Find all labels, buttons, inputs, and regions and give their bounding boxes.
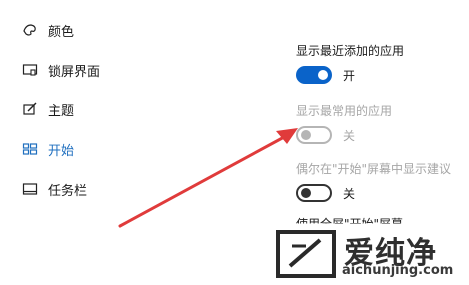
- watermark-url: aichunjing.com: [342, 263, 454, 278]
